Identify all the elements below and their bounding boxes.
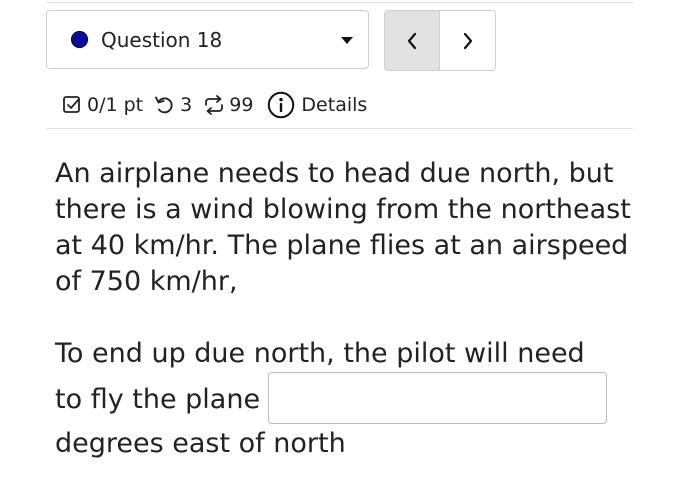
top-divider	[46, 2, 633, 3]
repeat-icon	[205, 95, 224, 115]
previous-question-button[interactable]	[385, 11, 441, 70]
chevron-right-icon	[463, 32, 472, 49]
question-nav	[384, 10, 496, 71]
attempts-item: 3	[153, 90, 192, 120]
question-selector-label: Question 18	[101, 28, 223, 52]
details-link[interactable]: Details	[267, 90, 367, 120]
details-label: Details	[301, 94, 368, 116]
score-text: 0/1 pt	[87, 94, 144, 116]
answer-input[interactable]	[268, 372, 607, 424]
submissions-item: 99	[202, 90, 253, 120]
checkbox-icon	[63, 96, 80, 113]
info-icon	[268, 91, 295, 119]
question-meta: 0/1 pt 3 99 Details	[62, 90, 367, 120]
prompt-after-input: degrees east of north	[55, 428, 346, 459]
attempts-text: 3	[180, 94, 193, 116]
score-item: 0/1 pt	[62, 90, 143, 120]
retry-icon	[155, 96, 173, 114]
next-question-button[interactable]	[440, 11, 495, 70]
prompt-line-1: To end up due north, the pilot will need	[55, 338, 585, 369]
question-status-dot	[71, 31, 88, 48]
submissions-text: 99	[229, 94, 254, 116]
chevron-left-icon	[407, 32, 417, 49]
meta-divider	[46, 128, 633, 129]
prompt-before-input: to fly the plane	[55, 384, 261, 415]
question-text: An airplane needs to head due north, but…	[55, 158, 631, 297]
caret-down-icon	[341, 37, 353, 44]
question-selector[interactable]: Question 18	[46, 10, 369, 69]
